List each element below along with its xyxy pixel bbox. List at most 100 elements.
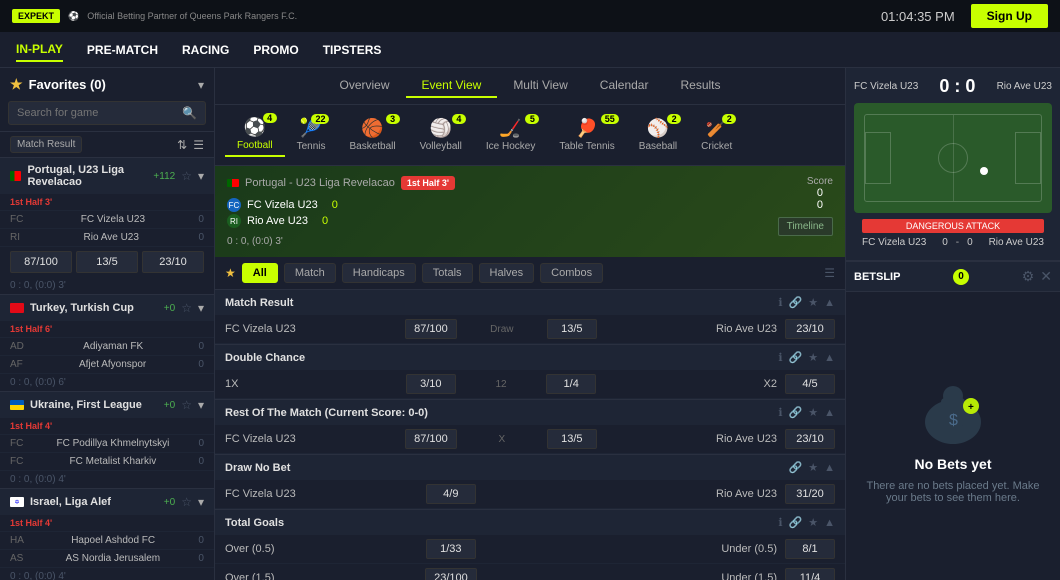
league-turkey-actions: +0 ☆ ▾: [164, 301, 204, 315]
dnb-actions: 🔗 ★ ▲: [789, 461, 835, 474]
odd-mr-2[interactable]: 13/5: [547, 319, 597, 339]
info-icon-match[interactable]: ℹ: [778, 296, 782, 309]
favorite-icon[interactable]: ☆: [181, 169, 192, 183]
star-icon-dnb[interactable]: ★: [808, 461, 818, 474]
score-area: Score 00: [807, 176, 833, 211]
odd-btn-1[interactable]: 87/100: [10, 251, 72, 273]
betslip-actions: ⚙ ✕: [1022, 268, 1052, 285]
tab-overview[interactable]: Overview: [323, 74, 405, 98]
tab-multi-view[interactable]: Multi View: [497, 74, 583, 98]
league-israel-header[interactable]: ✡ Israel, Liga Alef +0 ☆ ▾: [0, 489, 214, 515]
nav-item-prematch[interactable]: PRE-MATCH: [87, 39, 158, 61]
sport-tab-football[interactable]: ⚽ 4 Football: [225, 113, 285, 157]
filter-settings-icon[interactable]: ☰: [824, 266, 835, 280]
sort-icon[interactable]: ⇅: [177, 138, 187, 152]
sport-tab-tabletennis[interactable]: 🏓 55 Table Tennis: [547, 114, 626, 156]
time-display: 01:04:35 PM: [881, 9, 955, 24]
betslip-settings-icon[interactable]: ⚙: [1022, 268, 1035, 285]
team-abbr-as: AS: [10, 553, 23, 564]
odd-mr-3[interactable]: 23/10: [785, 319, 835, 339]
league-turkey-header[interactable]: Turkey, Turkish Cup +0 ☆ ▾: [0, 295, 214, 321]
link-icon-match[interactable]: 🔗: [789, 296, 803, 309]
odd-dnb-1[interactable]: 4/9: [426, 484, 476, 504]
league-ukraine-header[interactable]: Ukraine, First League +0 ☆ ▾: [0, 392, 214, 418]
signup-button[interactable]: Sign Up: [971, 4, 1048, 28]
under-05-odd[interactable]: 8/1: [785, 539, 835, 559]
star-icon-dc[interactable]: ★: [808, 351, 818, 364]
odd-rest-1[interactable]: 87/100: [405, 429, 457, 449]
favorite-icon-ua[interactable]: ☆: [181, 398, 192, 412]
collapse-turkey-icon[interactable]: ▾: [198, 301, 204, 315]
timeline-button[interactable]: Timeline: [778, 217, 833, 236]
info-icon-rest[interactable]: ℹ: [778, 406, 782, 419]
team2-score-banner: 0: [322, 215, 328, 227]
nav-item-promo[interactable]: PROMO: [253, 39, 298, 61]
collapse-icon-totals[interactable]: ▲: [824, 517, 835, 529]
filter-totals[interactable]: Totals: [422, 263, 473, 283]
team1-name-tr: Adiyaman FK: [83, 341, 143, 352]
collapse-icon[interactable]: ▾: [198, 78, 204, 92]
sport-tab-cricket[interactable]: 🏏 2 Cricket: [689, 114, 744, 156]
league-israel-name: Israel, Liga Alef: [30, 496, 111, 508]
favorite-icon-il[interactable]: ☆: [181, 495, 192, 509]
link-icon-dc[interactable]: 🔗: [789, 351, 803, 364]
over-05-odd[interactable]: 1/33: [426, 539, 476, 559]
odd-dc-1[interactable]: 3/10: [406, 374, 456, 394]
favorite-icon-tr[interactable]: ☆: [181, 301, 192, 315]
rest-mid: X: [457, 434, 547, 445]
odd-dnb-2[interactable]: 31/20: [785, 484, 835, 504]
sport-tab-basketball[interactable]: 🏀 3 Basketball: [337, 114, 407, 156]
star-icon-rest[interactable]: ★: [808, 406, 818, 419]
betslip-close-icon[interactable]: ✕: [1040, 268, 1052, 285]
collapse-ukraine-icon[interactable]: ▾: [198, 398, 204, 412]
filter-halves[interactable]: Halves: [479, 263, 535, 283]
volleyball-count: 4: [452, 114, 466, 124]
volleyball-icon: 🏐: [430, 118, 452, 139]
nav-item-inplay[interactable]: IN-PLAY: [16, 38, 63, 62]
odd-mr-1[interactable]: 87/100: [405, 319, 457, 339]
under-15-odd[interactable]: 11/4: [785, 568, 835, 580]
tab-results[interactable]: Results: [664, 74, 736, 98]
filter-combos[interactable]: Combos: [540, 263, 603, 283]
odd-btn-3[interactable]: 23/10: [142, 251, 204, 273]
collapse-israel-icon[interactable]: ▾: [198, 495, 204, 509]
dnb-label1: FC Vizela U23: [225, 488, 426, 500]
odd-rest-2[interactable]: 13/5: [547, 429, 597, 449]
filter-match[interactable]: Match: [284, 263, 336, 283]
odd-rest-3[interactable]: 23/10: [785, 429, 835, 449]
odd-dc-3[interactable]: 4/5: [785, 374, 835, 394]
link-icon-totals[interactable]: 🔗: [789, 516, 803, 529]
star-icon-match[interactable]: ★: [808, 296, 818, 309]
info-icon-dc[interactable]: ℹ: [778, 351, 782, 364]
banner-teams: FC FC Vizela U23 0 RI Rio Ave U23 0: [227, 198, 455, 228]
over-15-odd[interactable]: 23/100: [425, 568, 477, 580]
rest-row: FC Vizela U23 87/100 X 13/5 Rio Ave U23 …: [215, 425, 845, 454]
sport-tab-tennis[interactable]: 🎾 22 Tennis: [285, 114, 338, 156]
filter-handicaps[interactable]: Handicaps: [342, 263, 416, 283]
filter-all[interactable]: All: [242, 263, 278, 283]
sport-tab-volleyball[interactable]: 🏐 4 Volleyball: [408, 114, 474, 156]
collapse-icon-rest[interactable]: ▲: [824, 407, 835, 419]
collapse-icon-dc[interactable]: ▲: [824, 352, 835, 364]
info-icon-totals[interactable]: ℹ: [778, 516, 782, 529]
league-portugal-header[interactable]: Portugal, U23 Liga Revelacao +112 ☆ ▾: [0, 158, 214, 194]
link-icon-rest[interactable]: 🔗: [789, 406, 803, 419]
search-input[interactable]: [17, 107, 182, 119]
tab-calendar[interactable]: Calendar: [584, 74, 665, 98]
tab-event-view[interactable]: Event View: [406, 74, 498, 98]
collapse-league-icon[interactable]: ▾: [198, 169, 204, 183]
nav-item-tipsters[interactable]: TIPSTERS: [323, 39, 382, 61]
link-icon-dnb[interactable]: 🔗: [789, 461, 803, 474]
nav-item-racing[interactable]: RACING: [182, 39, 229, 61]
collapse-icon-match[interactable]: ▲: [824, 297, 835, 309]
star-icon-totals[interactable]: ★: [808, 516, 818, 529]
collapse-icon-dnb[interactable]: ▲: [824, 462, 835, 474]
settings-icon[interactable]: ☰: [193, 138, 204, 152]
odd-dc-2[interactable]: 1/4: [546, 374, 596, 394]
logo: EXPEKT: [12, 9, 60, 23]
sport-tab-baseball[interactable]: ⚾ 2 Baseball: [627, 114, 689, 156]
score-detail-turkey: 0 : 0, (0:0) 6': [0, 374, 214, 391]
match-result-filter[interactable]: Match Result: [10, 136, 82, 153]
odd-btn-2[interactable]: 13/5: [76, 251, 138, 273]
sport-tab-icehockey[interactable]: 🏒 5 Ice Hockey: [474, 114, 547, 156]
